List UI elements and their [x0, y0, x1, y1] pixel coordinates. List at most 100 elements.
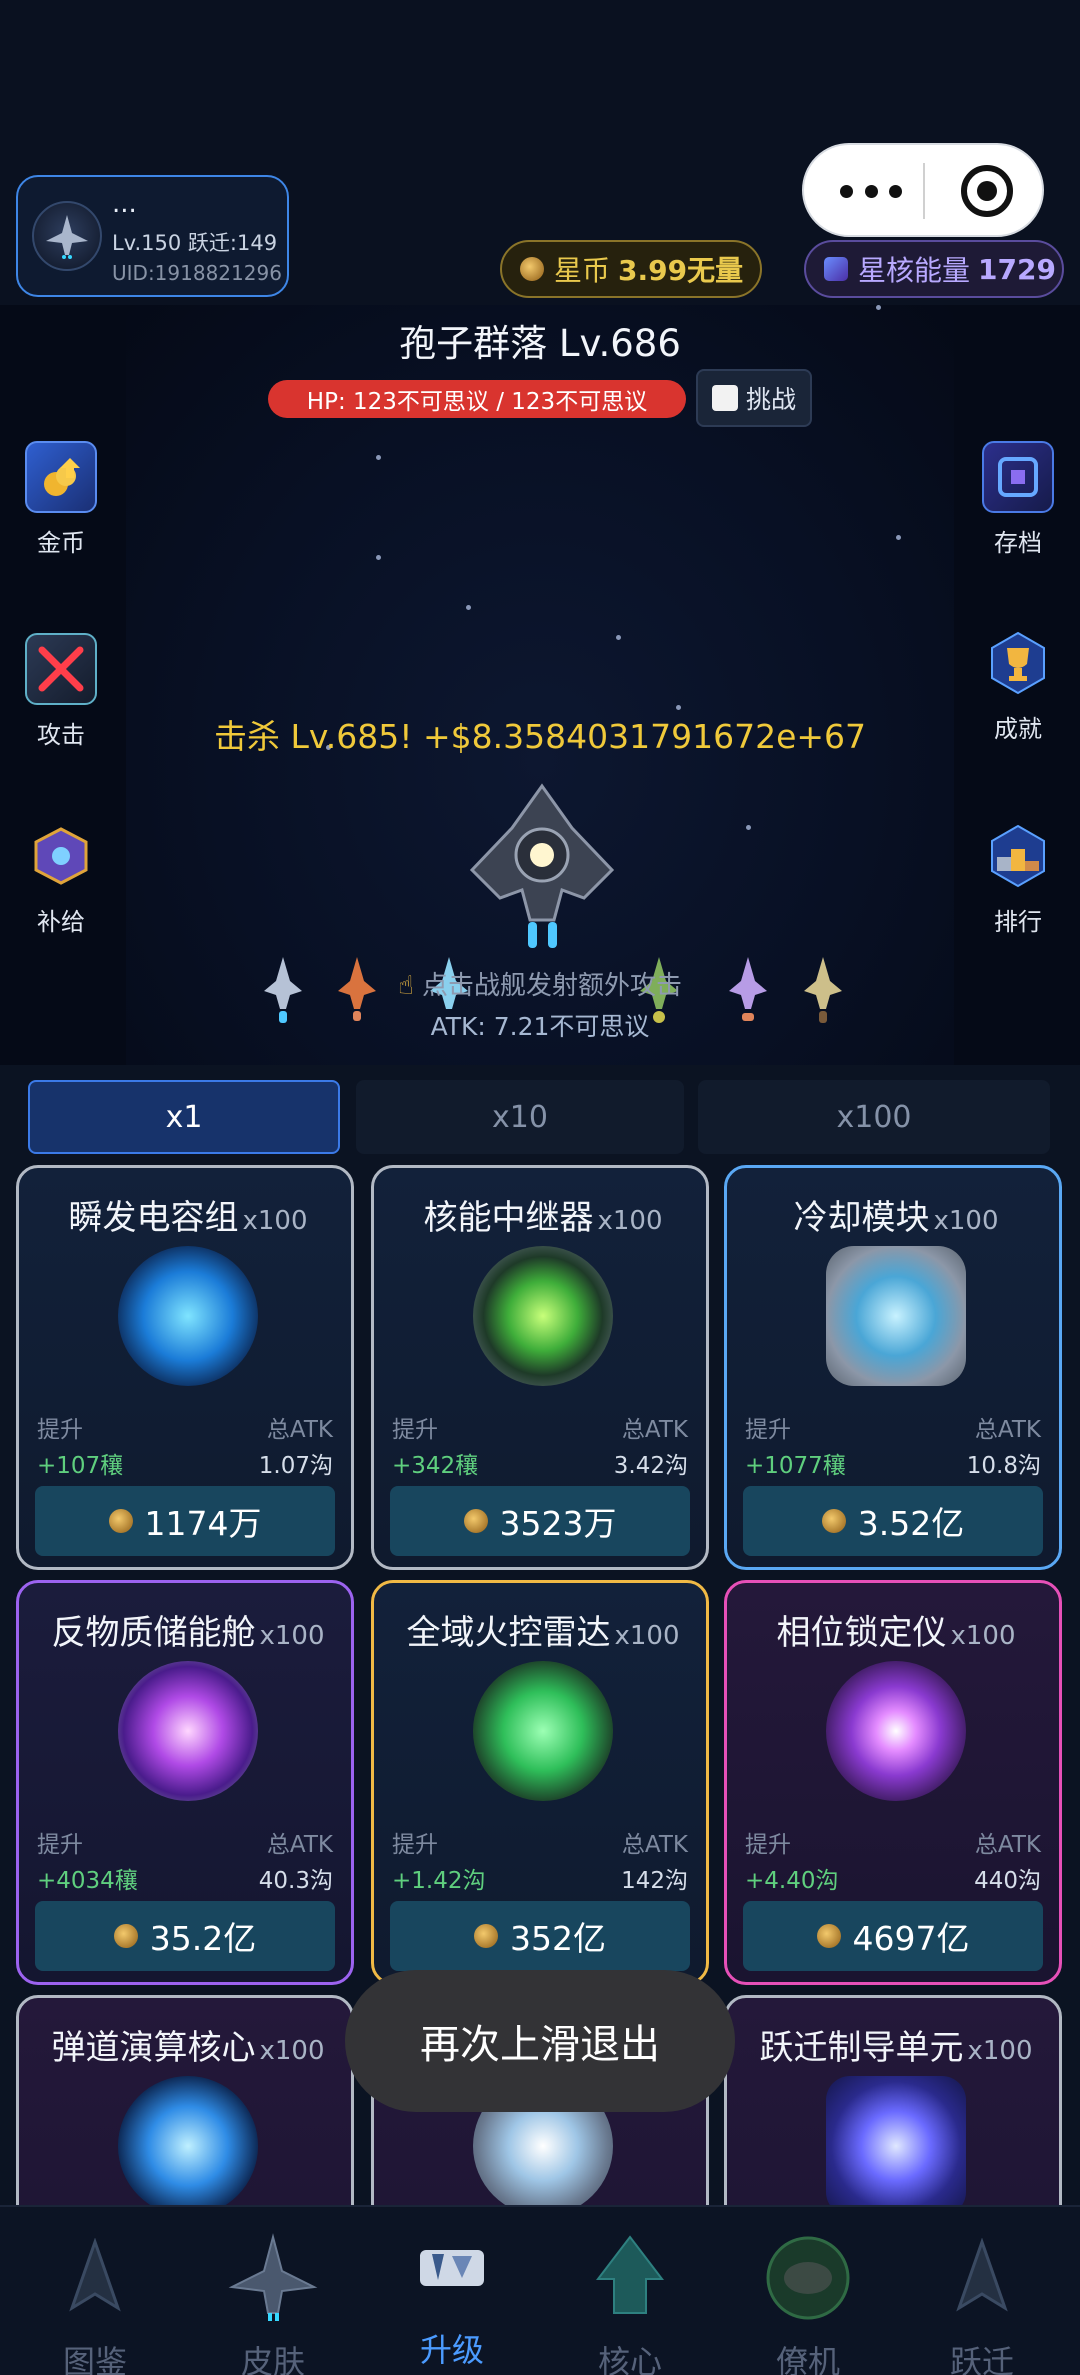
- warp-icon: [937, 2233, 1027, 2323]
- buy-upgrade-button[interactable]: 35.2亿: [35, 1901, 335, 1971]
- pointing-hand-icon: ☝: [397, 971, 423, 1001]
- nav-item-codex[interactable]: 图鉴: [5, 2207, 185, 2375]
- crossed-swords-icon: [25, 633, 97, 705]
- tab-x10[interactable]: x10: [356, 1080, 684, 1154]
- lift-label: 提升: [392, 1417, 438, 1443]
- lift-label: 提升: [745, 1417, 791, 1443]
- upgrade-card[interactable]: 弹道演算核心 x100: [16, 1995, 354, 2205]
- nav-item-warp[interactable]: 跃迁: [892, 2207, 1072, 2375]
- total-atk-label: 总ATK: [974, 1832, 1041, 1858]
- player-profile-card[interactable]: ... Lv.150 跃迁:149 UID:1918821296: [16, 175, 289, 297]
- card-multiplier: x100: [967, 2036, 1033, 2066]
- card-title: 反物质储能舱: [51, 1613, 256, 1653]
- miniprogram-capsule: [802, 143, 1044, 237]
- tab-x1[interactable]: x1: [28, 1080, 340, 1154]
- buy-upgrade-button[interactable]: 4697亿: [743, 1901, 1043, 1971]
- nav-item-core[interactable]: 核心: [540, 2207, 720, 2375]
- ship-skin-icon: [228, 2233, 318, 2323]
- player-name: ...: [112, 189, 137, 219]
- star-coin-label: 星币: [554, 254, 611, 287]
- card-multiplier: x100: [259, 2036, 325, 2066]
- lift-value: +4.40沟: [745, 1868, 839, 1894]
- lift-value: +107穰: [37, 1453, 124, 1479]
- nav-item-upgrade[interactable]: 升级: [362, 2207, 542, 2375]
- upgrade-cost: 3.52亿: [857, 1504, 965, 1543]
- tab-x100[interactable]: x100: [698, 1080, 1050, 1154]
- upgrade-card[interactable]: 冷却模块 x100 提升 总ATK +1077穰 10.8沟 3.52亿: [724, 1165, 1062, 1570]
- side-button-supply[interactable]: 补给: [1, 820, 121, 937]
- upgrade-card[interactable]: 反物质储能舱 x100 提升 总ATK +4034穰 40.3沟 35.2亿: [16, 1580, 354, 1985]
- lift-value: +1077穰: [745, 1453, 846, 1479]
- save-icon: [982, 441, 1054, 513]
- more-menu-icon[interactable]: [840, 173, 902, 209]
- upgrade-card[interactable]: 核能中继器 x100 提升 总ATK +342穰 3.42沟 3523万: [371, 1165, 709, 1570]
- nav-label-codex: 图鉴: [62, 2343, 127, 2375]
- challenge-toggle[interactable]: 挑战: [696, 369, 812, 427]
- energy-value: 1729: [978, 252, 1056, 286]
- challenge-checkbox[interactable]: [712, 385, 738, 411]
- buy-upgrade-button[interactable]: 3.52亿: [743, 1486, 1043, 1556]
- phase-lock-icon: [826, 1661, 966, 1801]
- codex-icon: [50, 2233, 140, 2323]
- supply-crate-icon: [25, 820, 97, 892]
- warp-guidance-icon: [826, 2076, 966, 2205]
- buy-upgrade-button[interactable]: 1174万: [35, 1486, 335, 1556]
- kill-reward-text: 击杀 Lv.685! +$8.3584031791672e+67: [213, 717, 867, 756]
- player-level: Lv.150 跃迁:149: [112, 231, 278, 255]
- nav-item-wingman[interactable]: 僚机: [718, 2207, 898, 2375]
- card-title: 瞬发电容组: [68, 1198, 239, 1238]
- bottom-navigation: 图鉴 皮肤 升级 核心 僚机 跃迁: [0, 2205, 1080, 2375]
- star-coin-icon: [821, 1509, 846, 1533]
- exit-toast: 再次上滑退出: [345, 1970, 735, 2112]
- lift-label: 提升: [37, 1832, 83, 1858]
- side-label-save: 存档: [994, 529, 1042, 557]
- star-coin-icon: [463, 1509, 488, 1533]
- upgrade-card[interactable]: 瞬发电容组 x100 提升 总ATK +107穰 1.07沟 1174万: [16, 1165, 354, 1570]
- side-label-gold: 金币: [37, 529, 85, 557]
- card-title: 冷却模块: [793, 1198, 930, 1238]
- buy-upgrade-button[interactable]: 3523万: [390, 1486, 690, 1556]
- side-button-gold[interactable]: 金币: [1, 441, 121, 558]
- upgrade-card[interactable]: 全域火控雷达 x100 提升 总ATK +1.42沟 142沟 352亿: [371, 1580, 709, 1985]
- card-title: 全域火控雷达: [406, 1613, 611, 1653]
- side-button-save[interactable]: 存档: [958, 441, 1078, 558]
- nav-label-skin: 皮肤: [240, 2343, 305, 2375]
- capacitor-module-icon: [118, 1246, 258, 1386]
- cooling-module-icon: [826, 1246, 966, 1386]
- card-title: 相位锁定仪: [776, 1613, 947, 1653]
- purchase-multiplier-tabs: x1 x10 x100: [0, 1065, 1080, 1165]
- star-core-energy-balance: 星核能量 1729: [804, 240, 1064, 298]
- fighter-ship-icon: [46, 215, 88, 259]
- buy-upgrade-button[interactable]: 352亿: [390, 1901, 690, 1971]
- side-button-ranking[interactable]: 排行: [958, 820, 1078, 937]
- attack-power-text: ATK: 7.21不可思议: [430, 1012, 650, 1041]
- nuclear-relay-icon: [473, 1246, 613, 1386]
- podium-icon: [982, 820, 1054, 892]
- card-title: 弹道演算核心: [51, 2028, 256, 2068]
- lift-label: 提升: [745, 1832, 791, 1858]
- star-coin-balance: 星币 3.99无量: [500, 240, 762, 298]
- upgrade-card[interactable]: 跃迁制导单元 x100: [724, 1995, 1062, 2205]
- main-battleship[interactable]: [462, 780, 622, 960]
- card-multiplier: x100: [614, 1621, 680, 1651]
- fire-control-radar-icon: [473, 1661, 613, 1801]
- close-miniprogram-icon[interactable]: [961, 165, 1013, 217]
- battle-area[interactable]: 孢子群落 Lv.686 HP: 123不可思议 / 123不可思议 挑战 金币 …: [0, 305, 1080, 1065]
- upgrade-cost: 1174万: [144, 1504, 262, 1543]
- core-icon: [585, 2233, 675, 2323]
- upgrade-cost: 4697亿: [852, 1919, 970, 1958]
- total-atk-value: 40.3沟: [258, 1868, 333, 1894]
- tap-ship-hint: ☝ 点击战舰发射额外攻击: [0, 965, 1080, 1002]
- upgrade-cost: 352亿: [510, 1919, 606, 1958]
- upgrade-cost: 35.2亿: [149, 1919, 257, 1958]
- card-multiplier: x100: [933, 1206, 999, 1236]
- capsule-divider: [923, 163, 925, 219]
- lift-label: 提升: [37, 1417, 83, 1443]
- total-atk-value: 10.8沟: [966, 1453, 1041, 1479]
- upgrade-card[interactable]: 相位锁定仪 x100 提升 总ATK +4.40沟 440沟 4697亿: [724, 1580, 1062, 1985]
- avatar[interactable]: [32, 201, 102, 271]
- energy-label: 星核能量: [858, 254, 971, 287]
- challenge-label: 挑战: [746, 385, 797, 414]
- nav-item-skin[interactable]: 皮肤: [183, 2207, 363, 2375]
- star-coin-icon: [113, 1924, 138, 1948]
